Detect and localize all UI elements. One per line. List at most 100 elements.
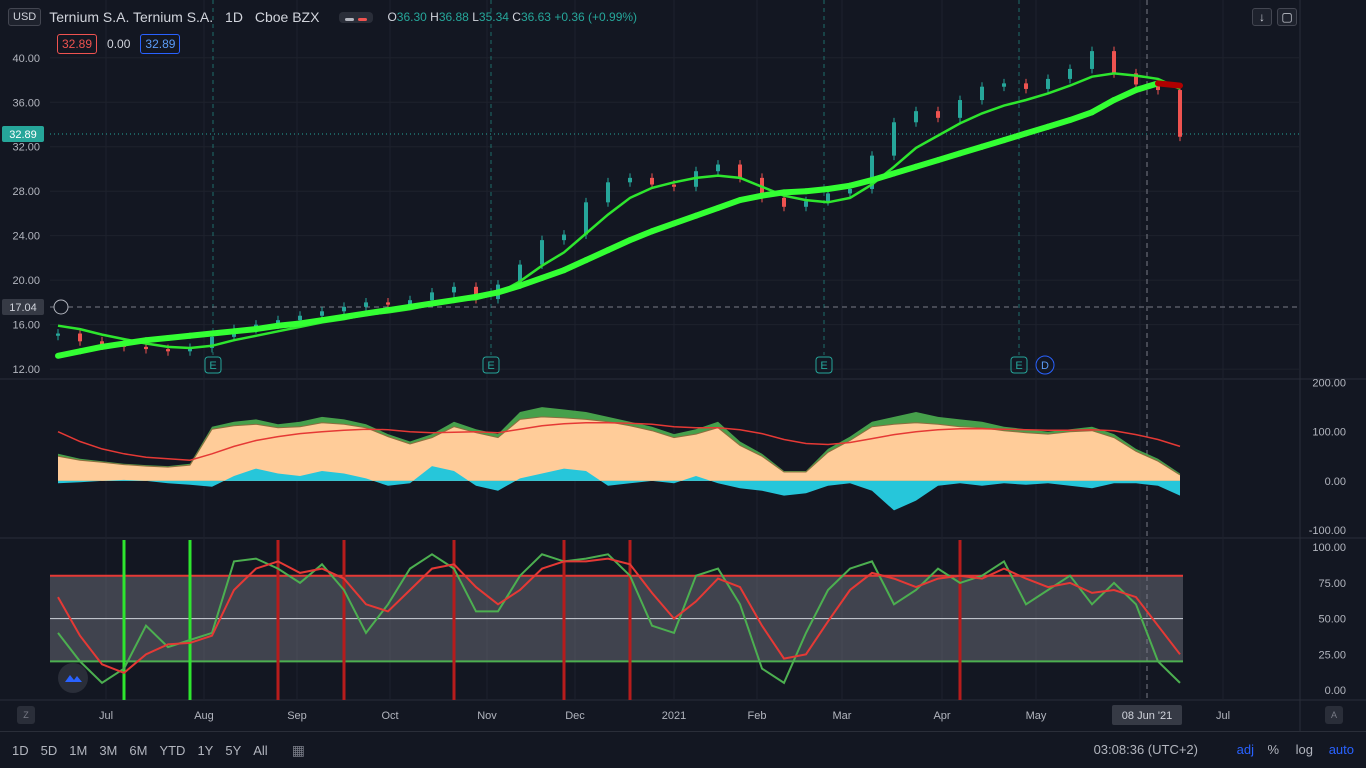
percent-toggle[interactable]: % [1267,742,1279,757]
timeframe-ytd[interactable]: YTD [159,743,185,758]
calendar-icon[interactable]: ▦ [292,742,305,759]
candle-body [826,193,830,202]
candle-body [1112,51,1116,74]
time-tick-label: Aug [194,710,214,722]
earnings-marker-label: E [820,360,827,372]
candle-body [958,100,962,118]
stochastic-pane [50,540,1183,700]
stoch-tick-label: 0.00 [1325,685,1346,697]
ma-slow-segment [1133,80,1161,94]
earnings-marker-label: E [487,360,494,372]
candle-body [628,177,632,183]
ma-slow-segment [473,289,501,300]
ma-slow-segment [1155,80,1183,89]
ma-slow-segment [605,237,633,254]
ma-slow-segment [671,212,699,227]
candle-body [1002,83,1006,87]
indicator-value-1: 32.89 [57,34,98,54]
compare-toggle[interactable] [339,11,374,23]
ma-slow-segment [869,170,897,184]
ma-slow-segment [913,157,941,170]
time-tick-label: May [1026,710,1047,722]
price-tick-label: 36.00 [12,97,40,109]
ma-slow-segment [803,185,831,195]
candle-body [936,111,940,118]
ma-slow-segment [1023,123,1051,137]
candle-body [78,333,82,342]
osc-tick-label: -100.00 [1309,525,1346,537]
ma-slow-segment [1111,87,1139,104]
timeframe-1y[interactable]: 1Y [197,743,213,758]
ma-slow-segment [693,204,721,219]
ma-slow-segment [583,247,611,264]
ma-slow-segment [187,330,215,339]
clock[interactable]: 03:08:36 (UTC+2) [1094,742,1198,757]
timeframe-1d[interactable]: 1D [12,743,29,758]
ma-slow-segment [715,197,743,211]
price-tick-label: 12.00 [12,364,40,376]
auto-toggle[interactable]: auto [1329,742,1354,757]
maximize-icon[interactable]: ▢ [1277,8,1297,26]
time-tick-label: Mar [833,710,852,722]
chart-header: USD Ternium S.A. Ternium S.A. 1D Cboe BZ… [8,6,637,28]
candle-body [892,122,896,156]
oscillator-pane [57,407,1181,511]
ma-slow-segment [209,328,237,337]
price-tick-label: 32.00 [12,142,40,154]
chart-canvas[interactable]: 40.00 36.00 32.00 28.00 24.00 20.00 16.00 12.00… [0,0,1366,731]
log-toggle[interactable]: log [1296,742,1313,757]
auto-scale-a-icon[interactable]: A [1325,706,1343,724]
osc-tick-label: 0.00 [1325,476,1346,488]
tradingview-logo [58,663,88,693]
ma-slow-segment [649,220,677,235]
ohlc-readout: O36.30 H36.88 L35.34 C36.63 +0.36 (+0.99… [387,10,638,24]
ma-slow-segment [297,317,325,327]
timeframe-3m[interactable]: 3M [99,743,117,758]
candle-body [716,164,720,172]
crosshair-price-text: 17.04 [9,302,37,314]
ma-slow-segment [627,228,655,244]
stoch-tick-label: 100.00 [1312,542,1346,554]
indicator-value-3: 32.89 [140,34,181,54]
time-tick-label: Jul [1216,710,1230,722]
adj-toggle[interactable]: adj [1237,742,1254,757]
candle-body [320,311,324,316]
timeframe-5y[interactable]: 5Y [225,743,241,758]
timeframe-all[interactable]: All [253,743,267,758]
candle-body [430,292,434,301]
ma-slow-segment [495,282,523,296]
ma-slow-segment [55,348,83,359]
candle-body [804,201,808,207]
time-tick-label: Oct [381,710,398,722]
add-plus-icon [53,299,69,315]
candle-body [166,349,170,352]
currency-badge[interactable]: USD [8,8,42,26]
timezone-z-icon[interactable]: Z [17,706,35,724]
candle-body [386,302,390,305]
timeframe-list: 1D 5D 1M 3M 6M YTD 1Y 5Y All [0,743,268,758]
candle-body [914,111,918,123]
candle-body [980,86,984,101]
candle-body [782,197,786,207]
ma-slow-segment [231,326,259,335]
candle-body [848,188,852,194]
ma-slow-segment [1001,130,1029,144]
ma-slow-segment [429,297,457,307]
candle-body [584,202,588,235]
crosshair-date-text: 08 Jun '21 [1122,710,1172,722]
timeframe-5d[interactable]: 5D [41,743,58,758]
time-tick-label: Dec [565,710,585,722]
timeframe-1m[interactable]: 1M [69,743,87,758]
symbol-title[interactable]: Ternium S.A. Ternium S.A. 1D Cboe BZX [49,9,327,25]
dividend-marker-label: D [1041,360,1049,372]
price-tick-label: 20.00 [12,275,40,287]
candle-body [1090,51,1094,69]
candle-body [56,333,60,336]
price-tick-label: 16.00 [12,320,40,332]
earnings-marker-label: E [1015,360,1022,372]
ma-slow-segment [451,293,479,304]
stoch-tick-label: 50.00 [1318,614,1346,626]
scroll-down-icon[interactable]: ↓ [1252,8,1272,26]
candle-body [540,240,544,265]
timeframe-6m[interactable]: 6M [129,743,147,758]
